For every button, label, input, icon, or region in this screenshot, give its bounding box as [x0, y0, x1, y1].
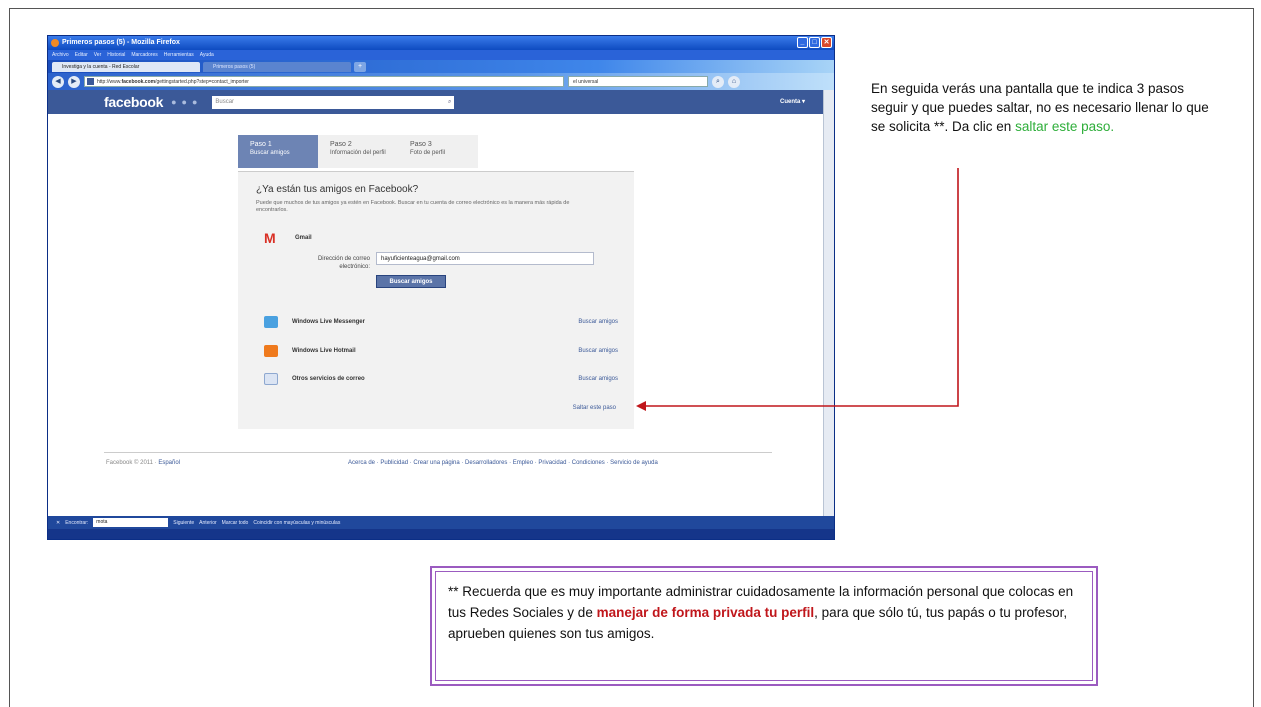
- warning-box: ** Recuerda que es muy importante admini…: [430, 566, 1098, 686]
- arrow-line: [645, 168, 959, 407]
- arrow-head: [636, 401, 646, 411]
- warning-highlight: manejar de forma privada tu perfil: [596, 605, 815, 620]
